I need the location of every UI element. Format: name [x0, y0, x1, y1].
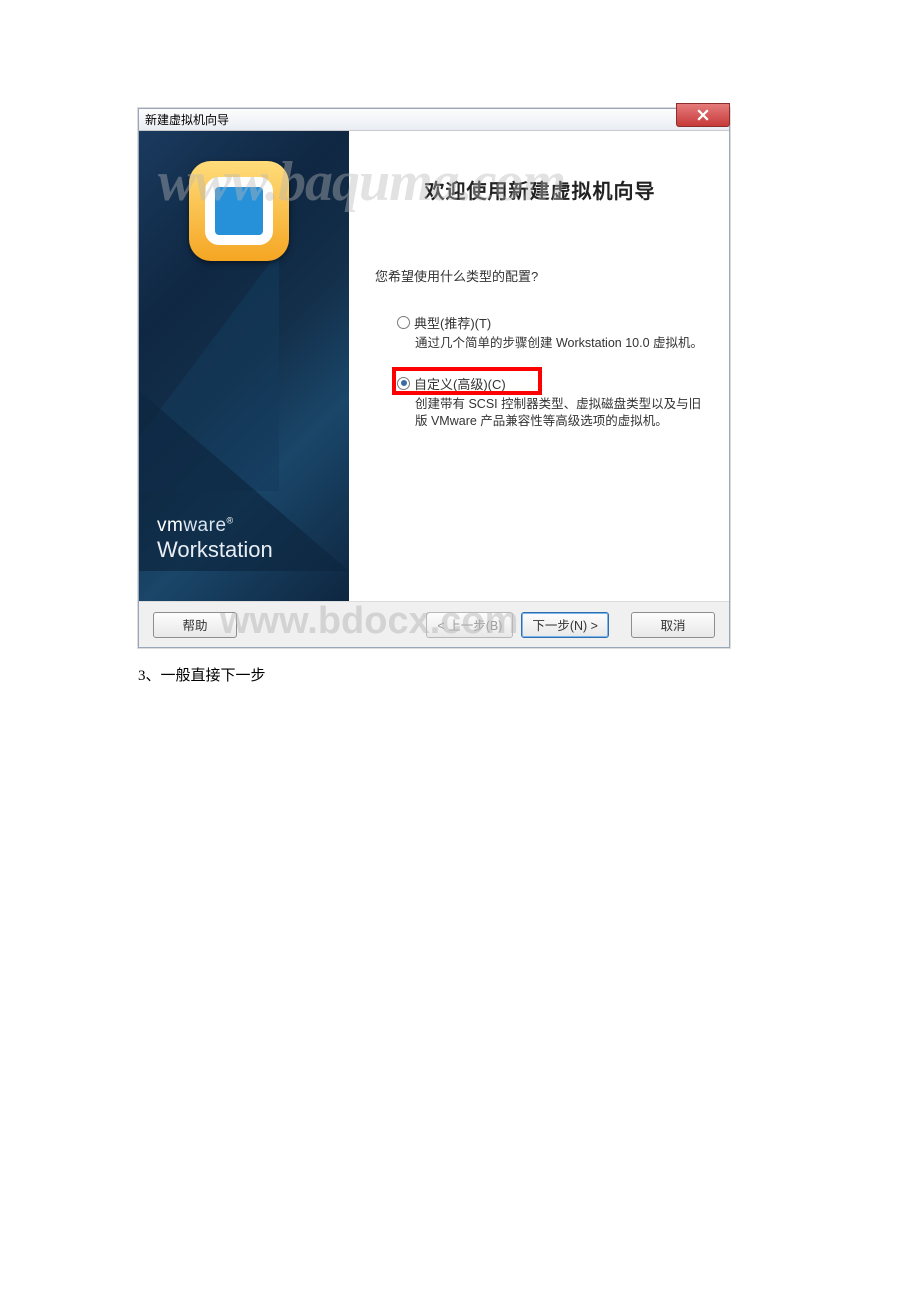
- wizard-sidebar: vmware® Workstation: [139, 131, 349, 601]
- back-button[interactable]: < 上一步(B): [426, 612, 513, 638]
- option-custom[interactable]: 自定义(高级)(C) 创建带有 SCSI 控制器类型、虚拟磁盘类型以及与旧版 V…: [397, 374, 705, 430]
- option-typical[interactable]: 典型(推荐)(T) 通过几个简单的步骤创建 Workstation 10.0 虚…: [397, 313, 705, 352]
- wizard-heading: 欢迎使用新建虚拟机向导: [375, 175, 705, 204]
- titlebar: 新建虚拟机向导: [139, 109, 729, 131]
- radio-custom-label: 自定义(高级)(C): [414, 374, 506, 393]
- close-icon: [697, 109, 709, 121]
- radio-custom-desc: 创建带有 SCSI 控制器类型、虚拟磁盘类型以及与旧版 VMware 产品兼容性…: [415, 396, 705, 430]
- vmware-logo-icon: [189, 161, 289, 261]
- help-button[interactable]: 帮助: [153, 612, 237, 638]
- radio-typical[interactable]: [397, 316, 410, 329]
- radio-typical-desc: 通过几个简单的步骤创建 Workstation 10.0 虚拟机。: [415, 335, 705, 352]
- radio-typical-label: 典型(推荐)(T): [414, 313, 491, 332]
- wizard-content: 欢迎使用新建虚拟机向导 您希望使用什么类型的配置? 典型(推荐)(T) 通过几个…: [349, 131, 729, 601]
- next-button[interactable]: 下一步(N) >: [521, 612, 609, 638]
- config-type-question: 您希望使用什么类型的配置?: [375, 266, 705, 285]
- close-button[interactable]: [676, 103, 730, 127]
- window-title: 新建虚拟机向导: [145, 109, 229, 131]
- radio-custom[interactable]: [397, 377, 410, 390]
- dialog-body: vmware® Workstation 欢迎使用新建虚拟机向导 您希望使用什么类…: [139, 131, 729, 601]
- vmware-brand-text: vmware® Workstation: [157, 515, 273, 563]
- new-vm-wizard-dialog: 新建虚拟机向导 vmware® Workstation 欢迎使用新建虚拟机向导 …: [138, 108, 730, 648]
- dialog-footer: 帮助 < 上一步(B) 下一步(N) > 取消: [139, 601, 729, 647]
- document-step-caption: 3、一般直接下一步: [138, 664, 266, 685]
- cancel-button[interactable]: 取消: [631, 612, 715, 638]
